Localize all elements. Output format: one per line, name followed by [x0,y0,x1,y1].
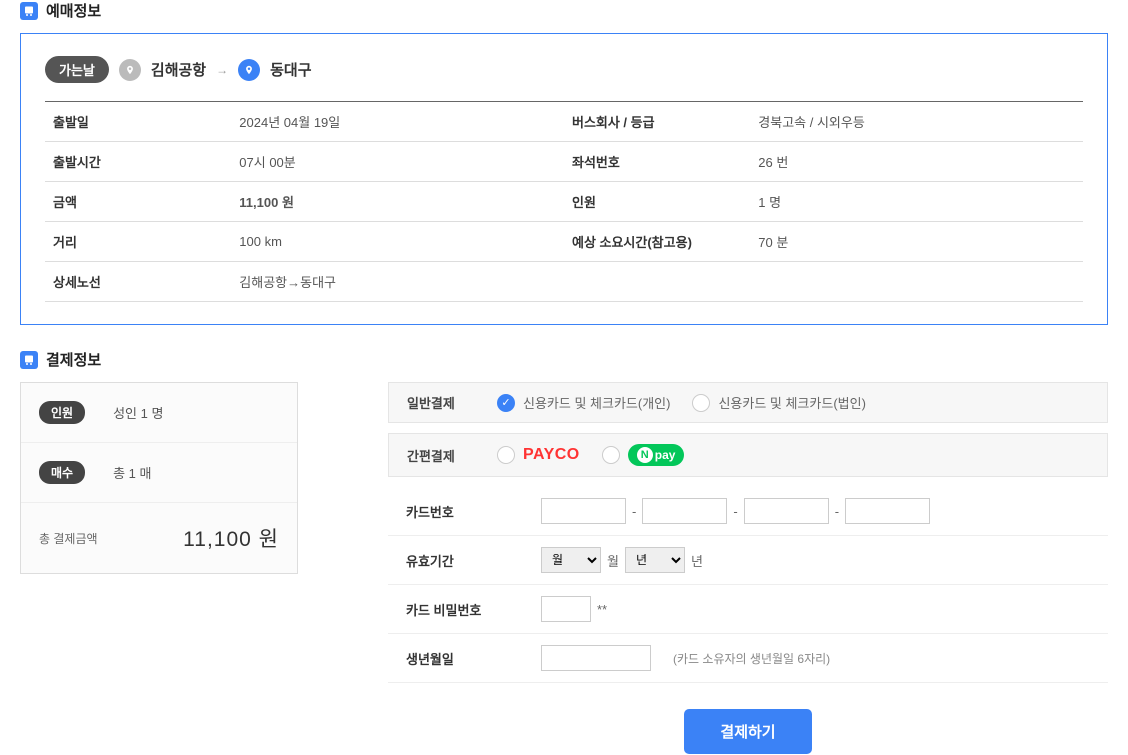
card-number-input-2[interactable] [642,498,727,524]
payment-form: 일반결제 ✓ 신용카드 및 체크카드(개인) 신용카드 및 체크카드(법인) 간… [388,382,1108,754]
dob-hint: (카드 소유자의 생년월일 6자리) [673,650,830,667]
payment-container: 인원 성인 1 명 매수 총 1 매 총 결제금액 11,100 원 일반결제 … [20,382,1108,754]
reservation-info-table: 출발일 2024년 04월 19일 버스회사 / 등급 경북고속 / 시외우등 … [45,101,1083,302]
radio-personal-label: 신용카드 및 체크카드(개인) [523,393,670,412]
summary-tickets-row: 매수 총 1 매 [21,443,297,503]
npay-text: pay [655,448,676,462]
summary-tickets-value: 총 1 매 [113,463,151,482]
route-badge: 가는날 [45,56,109,83]
payment-section-title: 결제정보 [46,349,101,370]
seat-value: 26 번 [750,142,1083,182]
dob-inputs: (카드 소유자의 생년월일 6자리) [541,645,830,671]
route-departure-label: 김해공항 [151,59,206,80]
payment-section-header: 결제정보 [20,349,1108,370]
departure-time-value: 07시 00분 [231,142,564,182]
seat-label: 좌석번호 [564,142,750,182]
general-payment-label: 일반결제 [407,393,497,412]
table-row: 출발일 2024년 04월 19일 버스회사 / 등급 경북고속 / 시외우등 [45,102,1083,142]
bus-icon [20,2,38,20]
npay-logo-icon: N pay [628,444,685,466]
table-row: 출발시간 07시 00분 좌석번호 26 번 [45,142,1083,182]
radio-unchecked-icon [497,446,515,464]
easy-payment-label: 간편결제 [407,446,497,465]
card-password-row: 카드 비밀번호 ** [388,585,1108,634]
route-header: 가는날 김해공항 → 동대구 [45,56,1083,83]
pin-arrival-icon [238,59,260,81]
departure-date-value: 2024년 04월 19일 [231,102,564,142]
radio-personal-card[interactable]: ✓ 신용카드 및 체크카드(개인) [497,393,670,412]
departure-time-label: 출발시간 [45,142,231,182]
card-number-row: 카드번호 - - - [388,487,1108,536]
reservation-section-header: 예매정보 [20,0,1108,21]
card-password-label: 카드 비밀번호 [406,600,541,619]
card-number-input-1[interactable] [541,498,626,524]
radio-corporate-card[interactable]: 신용카드 및 체크카드(법인) [692,393,865,412]
summary-people-value: 성인 1 명 [113,403,163,422]
bus-icon [20,351,38,369]
radio-payco[interactable]: PAYCO [497,446,580,464]
card-number-label: 카드번호 [406,502,541,521]
expiry-year-unit: 년 [691,551,703,570]
people-value: 1 명 [750,182,1083,222]
payco-logo-icon: PAYCO [523,446,580,464]
duration-label: 예상 소요시간(참고용) [564,222,750,262]
route-arrival-label: 동대구 [270,59,311,80]
expiry-inputs: 월 월 년 년 [541,547,703,573]
route-arrow-icon: → [216,63,228,77]
distance-label: 거리 [45,222,231,262]
expiry-label: 유효기간 [406,551,541,570]
amount-value: 11,100 원 [231,182,564,222]
expiry-month-unit: 월 [607,551,619,570]
radio-corporate-label: 신용카드 및 체크카드(법인) [718,393,865,412]
route-detail-label: 상세노선 [45,262,231,302]
radio-npay[interactable]: N pay [602,444,685,466]
card-number-input-3[interactable] [744,498,829,524]
expiry-year-select[interactable]: 년 [625,547,685,573]
distance-value: 100 km [231,222,564,262]
company-value: 경북고속 / 시외우등 [750,102,1083,142]
submit-payment-button[interactable]: 결제하기 [684,709,811,754]
expiry-row: 유효기간 월 월 년 년 [388,536,1108,585]
card-number-input-4[interactable] [845,498,930,524]
summary-total-label: 총 결제금액 [39,530,98,547]
expiry-month-select[interactable]: 월 [541,547,601,573]
pin-departure-icon [119,59,141,81]
duration-value: 70 분 [750,222,1083,262]
card-password-input[interactable] [541,596,591,622]
password-mask: ** [597,602,607,617]
summary-total-row: 총 결제금액 11,100 원 [21,503,297,573]
summary-people-row: 인원 성인 1 명 [21,383,297,443]
dob-row: 생년월일 (카드 소유자의 생년월일 6자리) [388,634,1108,683]
radio-unchecked-icon [602,446,620,464]
summary-people-badge: 인원 [39,401,85,424]
general-payment-options: ✓ 신용카드 및 체크카드(개인) 신용카드 및 체크카드(법인) [497,393,866,412]
route-detail-value: 김해공항→동대구 [231,262,1083,302]
departure-date-label: 출발일 [45,102,231,142]
dob-input[interactable] [541,645,651,671]
card-number-inputs: - - - [541,498,930,524]
amount-label: 금액 [45,182,231,222]
reservation-section-title: 예매정보 [46,0,101,21]
summary-tickets-badge: 매수 [39,461,85,484]
summary-total-value: 11,100 원 [183,523,279,553]
easy-payment-options: PAYCO N pay [497,444,684,466]
table-row: 상세노선 김해공항→동대구 [45,262,1083,302]
easy-payment-row: 간편결제 PAYCO N pay [388,433,1108,477]
radio-checked-icon: ✓ [497,394,515,412]
submit-area: 결제하기 [388,709,1108,754]
radio-unchecked-icon [692,394,710,412]
company-label: 버스회사 / 등급 [564,102,750,142]
general-payment-row: 일반결제 ✓ 신용카드 및 체크카드(개인) 신용카드 및 체크카드(법인) [388,382,1108,423]
payment-summary-box: 인원 성인 1 명 매수 총 1 매 총 결제금액 11,100 원 [20,382,298,574]
people-label: 인원 [564,182,750,222]
card-password-inputs: ** [541,596,607,622]
reservation-box: 가는날 김해공항 → 동대구 출발일 2024년 04월 19일 버스회사 / … [20,33,1108,325]
npay-n-icon: N [637,447,653,463]
table-row: 거리 100 km 예상 소요시간(참고용) 70 분 [45,222,1083,262]
dob-label: 생년월일 [406,649,541,668]
table-row: 금액 11,100 원 인원 1 명 [45,182,1083,222]
